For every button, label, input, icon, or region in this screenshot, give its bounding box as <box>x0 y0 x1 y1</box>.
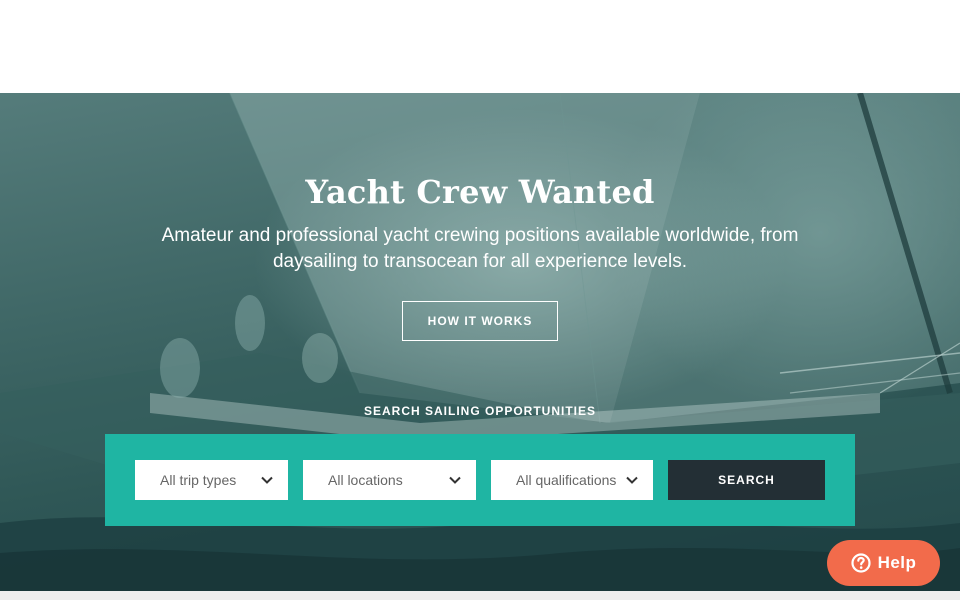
location-value: All locations <box>328 472 403 488</box>
search-button[interactable]: SEARCH <box>668 460 825 500</box>
trip-type-value: All trip types <box>160 472 237 488</box>
hero-subtitle: Amateur and professional yacht crewing p… <box>161 225 799 272</box>
chevron-down-icon <box>626 476 638 484</box>
chevron-down-icon <box>261 476 273 484</box>
chevron-down-icon <box>449 476 461 484</box>
question-circle-icon <box>850 553 871 573</box>
location-select[interactable]: All locations <box>303 460 476 500</box>
page-title: Yacht Crew Wanted <box>305 173 655 211</box>
site-header <box>0 0 960 93</box>
search-panel: All trip types All locations All qualifi… <box>105 434 855 526</box>
help-label: Help <box>877 553 917 572</box>
how-it-works-button[interactable]: HOW IT WORKS <box>402 301 558 341</box>
hero-section: Yacht Crew Wanted Amateur and profession… <box>0 93 960 591</box>
qualification-value: All qualifications <box>516 472 617 488</box>
page-content-edge <box>0 591 960 600</box>
trip-type-select[interactable]: All trip types <box>135 460 288 500</box>
qualification-select[interactable]: All qualifications <box>491 460 653 500</box>
search-heading: SEARCH SAILING OPPORTUNITIES <box>363 404 597 418</box>
help-button[interactable]: Help <box>827 540 940 586</box>
